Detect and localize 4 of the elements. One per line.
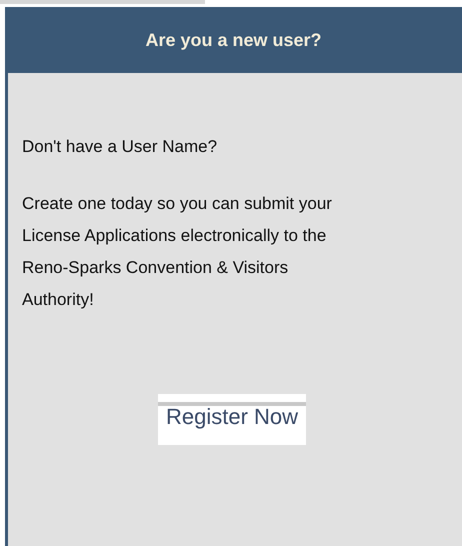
question-text: Don't have a User Name?	[22, 136, 218, 158]
message-text: Create one today so you can submit your License Applications electronically to the Reno-Sparks Convention & Visitors Authority!	[22, 193, 333, 311]
panel-title: Are you a new user?	[145, 30, 322, 50]
register-button[interactable]: Register Now	[158, 394, 306, 445]
